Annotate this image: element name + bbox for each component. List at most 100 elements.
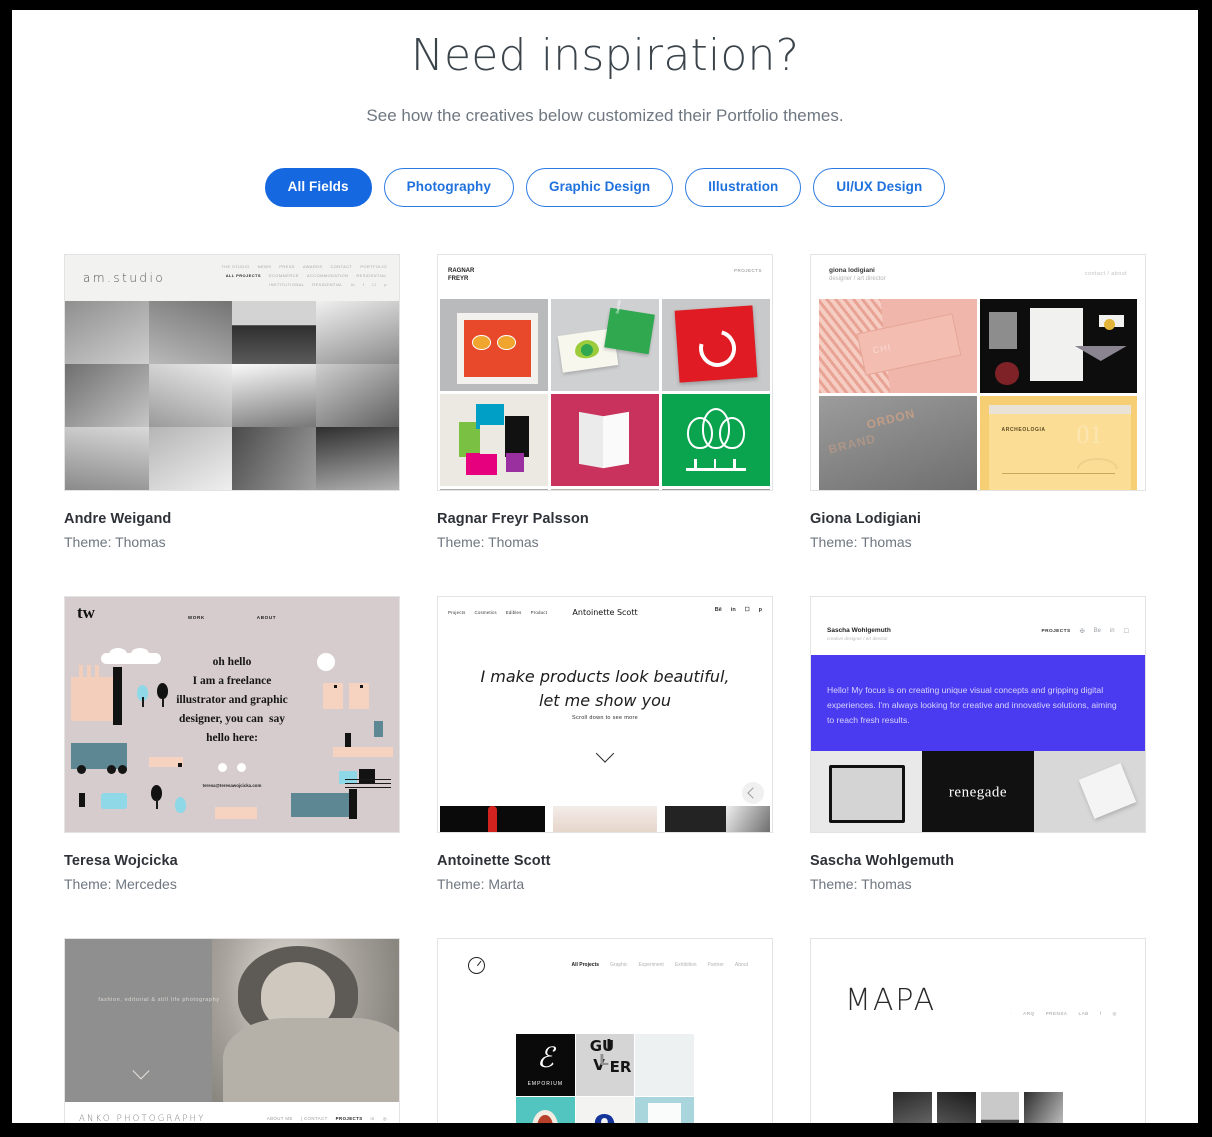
thumb-nav: THE STUDIO NEWS PRESS AWARDS CONTACT PORTFOLI…: [221, 263, 387, 287]
thumb-tile: 9: [575, 1096, 635, 1124]
thumb-social: Bē in ☐ p: [715, 607, 762, 613]
page-title: Need inspiration?: [410, 30, 800, 81]
thumb-photo-strip: renegade: [811, 750, 1145, 832]
thumb-headline: oh hello I am a freelance illustrator and …: [176, 655, 288, 744]
thumb-tile: [979, 298, 1137, 393]
instagram-icon: ◎: [1112, 1010, 1117, 1016]
thumb-hero-text: Hello! My focus is on creating unique vi…: [827, 684, 1117, 725]
thumb-nav: All Projects Graphic Experiment Exhibition…: [571, 961, 749, 968]
portfolio-card-name: Ragnar Freyr Palsson: [437, 510, 589, 527]
portfolio-card[interactable]: All Projects Graphic Experiment Exhibition…: [437, 937, 773, 1124]
thumb-tile: [662, 298, 770, 391]
portfolio-card[interactable]: RAGNARFREYR PROJECTS Samtök grænmetisræk…: [437, 253, 773, 550]
portfolio-thumbnail-giona-lodigiani[interactable]: giona lodigiani designer / art director …: [810, 253, 1146, 491]
page-subtitle: See how the creatives below customized t…: [366, 106, 844, 125]
filter-pill-uiux-design[interactable]: UI/UX Design: [813, 168, 946, 207]
portfolio-card-theme: Theme: Mercedes: [64, 875, 177, 892]
thumb-nav: PROJECTS ✠ Be in ☐: [1042, 628, 1130, 635]
thumb-tile-word: renegade: [948, 784, 1008, 801]
thumb-nav: Projects Cosmetics Edibles Product: [448, 609, 548, 615]
thumb-brand: giona lodigiani: [829, 266, 875, 274]
instagram-icon: ◎: [382, 1115, 387, 1121]
thumb-tile: ORDON BRAND: [819, 395, 977, 490]
portfolio-card[interactable]: MAPA · ARQ PRENSA LAB f ◎: [810, 937, 1146, 1123]
thumb-nav: WORK ABOUT: [187, 614, 277, 620]
back-to-top-button[interactable]: [742, 781, 764, 804]
thumb-nav: · ARQ PRENSA LAB f ◎: [1010, 1010, 1117, 1016]
thumb-tagline: designer / art director: [829, 275, 886, 282]
facebook-icon: f: [1099, 1010, 1102, 1016]
thumb-photo-grid: Samtök grænmetisræktenda á Íslandi: [438, 298, 772, 490]
filter-pill-graphic-design[interactable]: Graphic Design: [526, 168, 674, 207]
portfolio-card[interactable]: Projects Cosmetics Edibles Product Antoinet…: [437, 595, 773, 892]
filter-pill-all-fields[interactable]: All Fields: [264, 168, 372, 207]
thumb-tile: [551, 488, 659, 490]
portfolio-card-theme: Theme: Thomas: [64, 533, 166, 550]
thumb-nav: ABOUT ME | CONTACT PROJECTS in ◎: [266, 1115, 387, 1121]
thumb-panel-number: 01: [1076, 419, 1103, 449]
linkedin-icon: in: [1109, 628, 1115, 634]
thumb-tile-logo: CHI: [871, 341, 893, 356]
thumb-headline: I make products look beautiful, let me s…: [480, 666, 730, 710]
portfolio-card[interactable]: Sascha Wohlgemuth creative designer / ar…: [810, 595, 1146, 892]
thumb-tile: [440, 298, 548, 391]
filter-bar: All Fields Photography Graphic Design Il…: [12, 168, 1198, 207]
chevron-down-icon: [595, 743, 615, 763]
thumb-tile: [635, 1096, 694, 1123]
thumb-nav: PROJECTS: [733, 267, 762, 273]
thumb-tile-number: 9: [593, 1108, 617, 1124]
thumb-photo-strip: [438, 805, 772, 832]
portfolio-thumbnail-sascha-wohlgemuth[interactable]: Sascha Wohlgemuth creative designer / ar…: [810, 595, 1146, 833]
behance-icon: Bē: [714, 606, 722, 613]
portfolio-grid: am.studio THE STUDIO NEWS PRESS AWARDS CONTA…: [12, 253, 1198, 1124]
thumb-tile: Samtök grænmetisræktenda á Íslandi: [551, 298, 659, 391]
clock-logo-icon: [468, 956, 485, 974]
filter-pill-illustration[interactable]: Illustration: [685, 168, 802, 207]
portfolio-thumbnail-andre-weigand[interactable]: am.studio THE STUDIO NEWS PRESS AWARDS CONTA…: [64, 253, 400, 491]
thumb-tile-text: Samtök grænmetisræktenda á Íslandi: [614, 299, 631, 315]
thumb-brand: ANKO PHOTOGRAPHY: [79, 1113, 206, 1124]
portfolio-card-theme: Theme: Thomas: [810, 533, 912, 550]
thumb-tile: [516, 1096, 575, 1123]
thumb-photo-grid: [65, 300, 399, 490]
portfolio-thumbnail-anko-photography[interactable]: fashion, editorial & still life photogra…: [64, 937, 400, 1124]
instagram-icon: ☐: [744, 606, 750, 613]
portfolio-card-name: Antoinette Scott: [437, 852, 551, 869]
portfolio-thumbnail-mapa[interactable]: MAPA · ARQ PRENSA LAB f ◎: [810, 937, 1146, 1123]
filter-pill-photography[interactable]: Photography: [383, 168, 514, 207]
portfolio-card[interactable]: tw WORK ABOUT oh hello I am a freelance …: [64, 595, 400, 892]
thumb-tile: [635, 1033, 694, 1096]
thumb-nav: contact / about: [1084, 270, 1127, 277]
portfolio-card-theme: Theme: Thomas: [810, 875, 912, 892]
thumb-tile-label: EMPORIUM: [527, 1080, 564, 1087]
thumb-brand: Antoinette Scott: [572, 607, 638, 617]
portfolio-card[interactable]: fashion, editorial & still life photogra…: [64, 937, 400, 1124]
thumb-tagline: creative designer / art director: [827, 635, 888, 641]
thumb-brand: Sascha Wohlgemuth: [827, 626, 891, 634]
thumb-tile: [551, 393, 659, 486]
portfolio-card-theme: Theme: Marta: [437, 875, 525, 892]
thumb-tile: ARCHEOLOGIA 01: [979, 395, 1137, 490]
pinterest-icon: p: [758, 606, 762, 613]
portfolio-thumbnail-ragnar-freyr-palsson[interactable]: RAGNARFREYR PROJECTS Samtök grænmetisræk…: [437, 253, 773, 491]
portfolio-thumbnail-teresa-wojcicka[interactable]: tw WORK ABOUT oh hello I am a freelance …: [64, 595, 400, 833]
thumb-site-header: ANKO PHOTOGRAPHY ABOUT ME | CONTACT PROJEC…: [65, 1101, 399, 1124]
portfolio-card[interactable]: am.studio THE STUDIO NEWS PRESS AWARDS CONTA…: [64, 253, 400, 550]
thumb-site-header: [438, 254, 772, 299]
linkedin-icon: in: [370, 1115, 375, 1121]
portfolio-card-name: Sascha Wohlgemuth: [810, 852, 955, 869]
instagram-icon: ☐: [1123, 628, 1129, 635]
thumb-tile: CHI: [819, 298, 977, 393]
thumb-tile: [662, 393, 770, 486]
portfolio-card-theme: Theme: Thomas: [437, 533, 539, 550]
thumb-hero: Hello! My focus is on creating unique vi…: [811, 654, 1145, 751]
portfolio-card-name: Teresa Wojcicka: [64, 852, 178, 869]
portfolio-thumbnail-antoinette-scott[interactable]: Projects Cosmetics Edibles Product Antoinet…: [437, 595, 773, 833]
thumb-photo-grid: CHI ORDON BRAND ARCHEOLOGIA 01: [811, 298, 1145, 490]
portfolio-card[interactable]: giona lodigiani designer / art director …: [810, 253, 1146, 550]
linkedin-icon: in: [730, 606, 736, 613]
portfolio-card-name: Giona Lodigiani: [810, 510, 922, 527]
thumb-tile: [440, 393, 548, 486]
thumb-tagline: fashion, editorial & still life photogra…: [98, 996, 220, 1003]
portfolio-thumbnail-guliver[interactable]: All Projects Graphic Experiment Exhibition…: [437, 937, 773, 1124]
